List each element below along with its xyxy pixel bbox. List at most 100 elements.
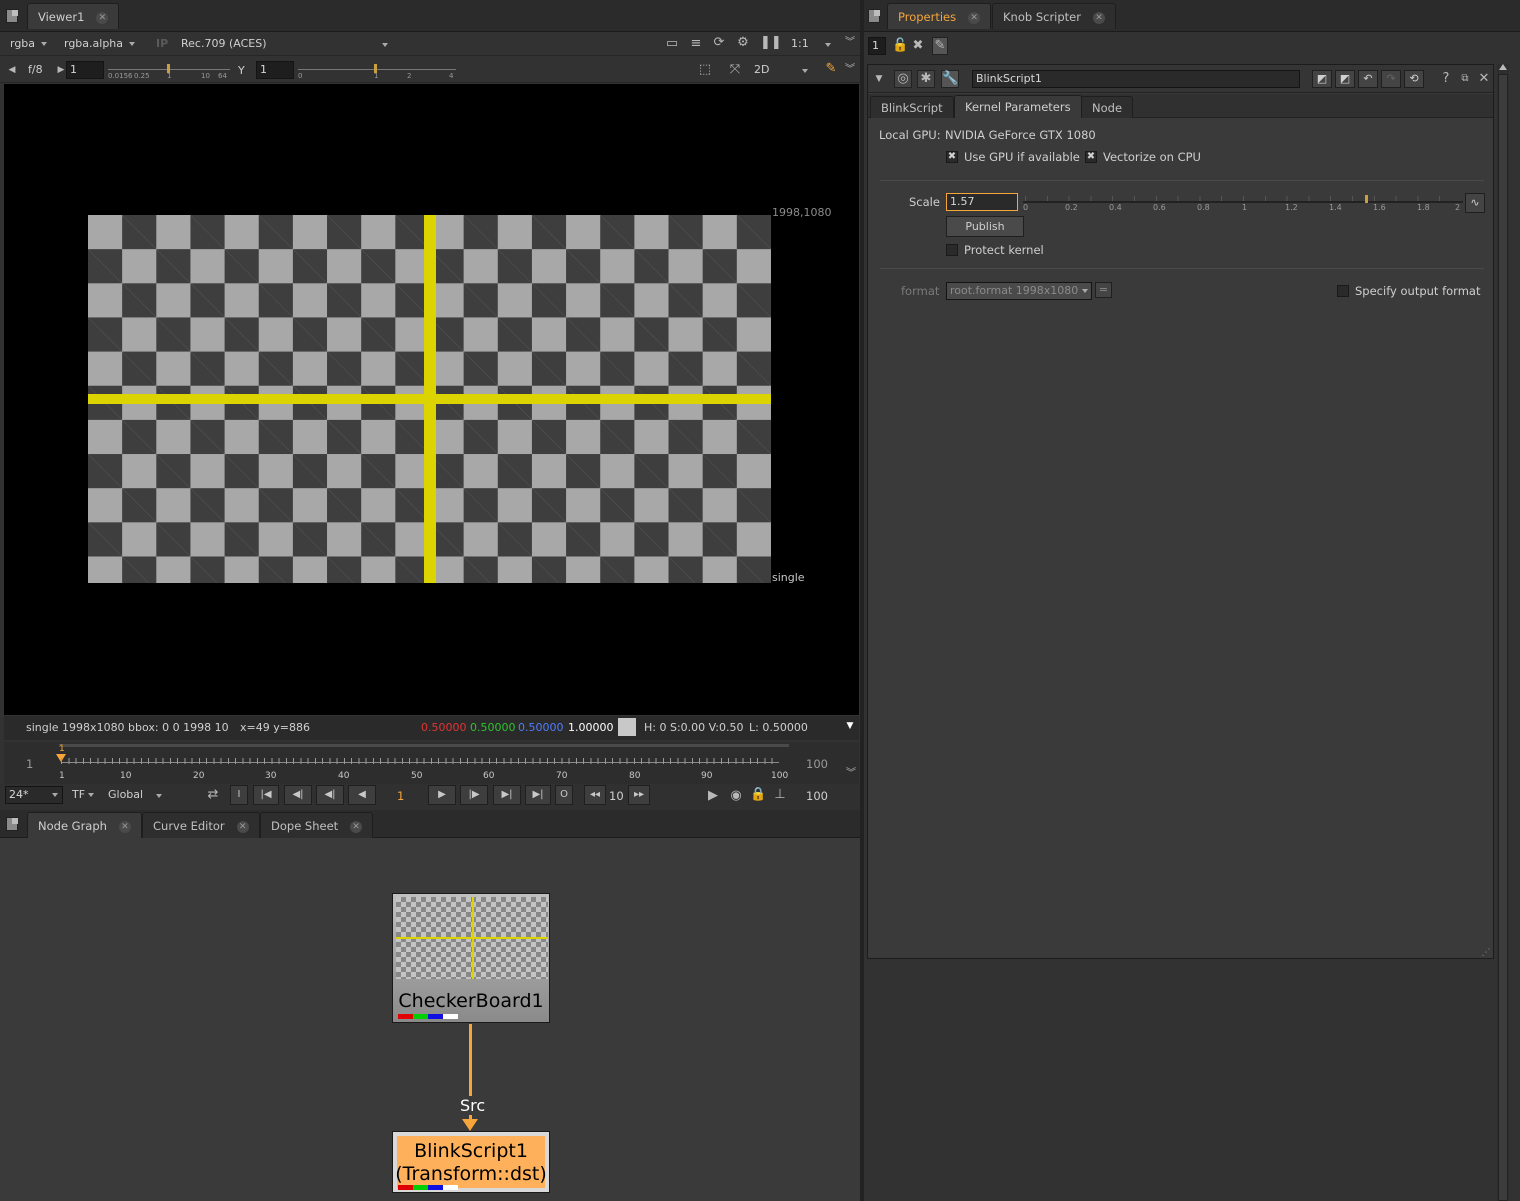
end-frame-field[interactable]: 100 (806, 789, 828, 803)
skip-to-end-icon[interactable]: ▶| (525, 785, 551, 805)
pane-menu-icon[interactable] (6, 9, 18, 23)
refresh-icon[interactable]: ⟳ (711, 35, 727, 51)
tf-dropdown[interactable]: TF (68, 786, 98, 804)
collapse-icon[interactable]: ︾ (843, 62, 857, 78)
node-name-field[interactable]: BlinkScript1 (972, 70, 1300, 88)
record-icon[interactable]: ◉ (728, 788, 744, 804)
vectorize-checkbox[interactable]: ✖ (1085, 151, 1097, 163)
step-forward-increment-icon[interactable]: ▸▸ (628, 785, 650, 805)
flipbook-icon[interactable]: ▶ (705, 788, 721, 804)
animation-curve-icon[interactable]: ∿ (1465, 193, 1485, 213)
node-color-icon[interactable]: ✱ (917, 70, 935, 88)
gamma-field[interactable]: 1 (256, 61, 294, 79)
bounce-icon[interactable]: ⇄ (203, 787, 223, 803)
pane-menu-icon[interactable] (6, 817, 18, 831)
current-frame-field[interactable]: 1 (397, 789, 404, 803)
timeline[interactable]: 1 1 1 10 20 30 40 50 60 70 80 90 100 100… (4, 742, 859, 784)
fstop-left-arrow-icon[interactable]: ◀ (6, 62, 18, 78)
tab-kernel-parameters[interactable]: Kernel Parameters (954, 95, 1082, 118)
scale-slider-handle[interactable] (1365, 195, 1369, 203)
float-panel-icon[interactable]: ⧉ (1459, 71, 1471, 87)
undo-icon[interactable]: ↶ (1358, 70, 1378, 88)
step-back-increment-icon[interactable]: ◂◂ (584, 785, 606, 805)
playback-range-icon[interactable]: ⊥ (772, 787, 788, 803)
tab-blinkscript[interactable]: BlinkScript (870, 96, 954, 118)
lock-icon[interactable]: 🔒 (750, 787, 766, 803)
range-mode-dropdown[interactable]: Global (104, 786, 166, 804)
close-icon[interactable]: ✕ (1092, 11, 1105, 24)
gain-field[interactable]: 1 (66, 61, 104, 79)
pause-icon[interactable]: ❚❚ (760, 35, 782, 51)
close-icon[interactable]: ✕ (1478, 71, 1490, 87)
tab-viewer1[interactable]: Viewer1 ✕ (27, 3, 120, 29)
close-icon[interactable]: ✕ (350, 820, 363, 833)
previous-keyframe-icon[interactable]: ◀| (284, 785, 312, 805)
tab-knob-scripter[interactable]: Knob Scripter ✕ (992, 3, 1116, 29)
format-equals-button[interactable]: = (1095, 282, 1112, 298)
out-point-button[interactable]: O (555, 785, 573, 805)
properties-scrollbar[interactable] (1497, 64, 1509, 1201)
use-gpu-checkbox[interactable]: ✖ (946, 151, 958, 163)
input-color-icon[interactable]: ◩ (1312, 70, 1332, 88)
step-forward-icon[interactable]: |▶ (460, 785, 488, 805)
ip-toggle[interactable]: IP (152, 35, 172, 53)
tab-node[interactable]: Node (1081, 96, 1134, 118)
collapse-icon[interactable]: ︾ (844, 766, 858, 782)
colorspace-dropdown[interactable]: Rec.709 (ACES) (177, 35, 392, 53)
zoom-dropdown[interactable]: 1:1 (787, 35, 835, 53)
status-menu-icon[interactable]: ▼ (844, 718, 856, 734)
tab-node-graph[interactable]: Node Graph ✕ (27, 812, 142, 838)
tab-curve-editor[interactable]: Curve Editor ✕ (142, 812, 260, 838)
output-color-icon[interactable]: ◩ (1335, 70, 1355, 88)
collapse-panel-icon[interactable]: ▼ (872, 71, 886, 87)
lock-icon[interactable]: 🔓 (892, 38, 908, 54)
gamma-slider[interactable]: 0 1 2 4 (298, 61, 456, 80)
settings-icon[interactable]: ⚙ (735, 35, 751, 51)
skip-to-start-icon[interactable]: |◀ (253, 785, 279, 805)
view-mode-dropdown[interactable]: 2D (750, 61, 812, 79)
edit-icon[interactable]: ✎ (932, 37, 948, 55)
tab-properties[interactable]: Properties ✕ (887, 3, 992, 29)
wrench-icon[interactable]: 🔧 (941, 70, 959, 88)
tab-dope-sheet[interactable]: Dope Sheet ✕ (260, 812, 374, 838)
scrollbar-thumb[interactable] (1498, 74, 1508, 1201)
fps-dropdown[interactable]: 24* (5, 786, 63, 804)
gain-slider[interactable]: 0.0156 0.25 1 10 64 (108, 61, 230, 80)
step-back-icon[interactable]: ◀| (316, 785, 344, 805)
viewer-toggle-icon[interactable]: ◎ (894, 70, 912, 88)
node-graph-canvas[interactable]: CheckerBoard1 Src BlinkScript1 (Transfor… (0, 838, 860, 1201)
publish-button[interactable]: Publish (946, 216, 1024, 237)
help-button[interactable]: ? (1440, 71, 1452, 87)
scale-input[interactable]: 1.57 (946, 193, 1018, 211)
timeline-start-frame[interactable]: 1 (26, 757, 33, 771)
color-picker-icon[interactable]: ✎ (824, 61, 838, 77)
redo-icon[interactable]: ↷ (1381, 70, 1401, 88)
resize-grip-icon[interactable]: ⋰ (1480, 945, 1492, 961)
play-forward-icon[interactable]: ▶ (428, 785, 456, 805)
alpha-channel-dropdown[interactable]: rgba.alpha (60, 35, 139, 53)
close-icon[interactable]: ✕ (96, 11, 109, 24)
node-checkerboard1[interactable]: CheckerBoard1 (392, 893, 550, 1023)
pane-splitter[interactable] (860, 0, 864, 1201)
timeline-end-frame[interactable]: 100 (806, 757, 828, 771)
specify-output-format-checkbox[interactable] (1337, 285, 1349, 297)
clear-panels-icon[interactable]: ✖ (911, 38, 925, 54)
roi-icon[interactable]: ▭ (664, 36, 680, 52)
fstop-label[interactable]: f/8 (28, 63, 43, 76)
transform-handle-icon[interactable]: ⤧ (726, 62, 744, 78)
scroll-up-arrow-icon[interactable] (1499, 64, 1507, 70)
close-icon[interactable]: ✕ (236, 820, 249, 833)
protect-kernel-checkbox[interactable] (946, 244, 958, 256)
channels-dropdown[interactable]: rgba (6, 35, 51, 53)
pane-menu-icon[interactable] (868, 9, 880, 23)
in-point-button[interactable]: I (230, 785, 248, 805)
collapse-icon[interactable]: ︾ (843, 35, 857, 51)
timeline-track[interactable]: 1 1 10 20 30 40 50 60 70 80 90 100 (56, 744, 789, 782)
selection-icon[interactable]: ⬚ (696, 62, 714, 78)
lines-icon[interactable]: ≡ (688, 36, 704, 52)
revert-icon[interactable]: ⟲ (1404, 70, 1424, 88)
frame-increment-field[interactable]: 10 (609, 789, 624, 803)
next-keyframe-icon[interactable]: ▶| (493, 785, 521, 805)
scale-slider[interactable]: 0 0.2 0.4 0.6 0.8 1 1.2 1.4 1.6 1.8 2 (1023, 191, 1463, 213)
play-backward-icon[interactable]: ◀ (348, 785, 376, 805)
